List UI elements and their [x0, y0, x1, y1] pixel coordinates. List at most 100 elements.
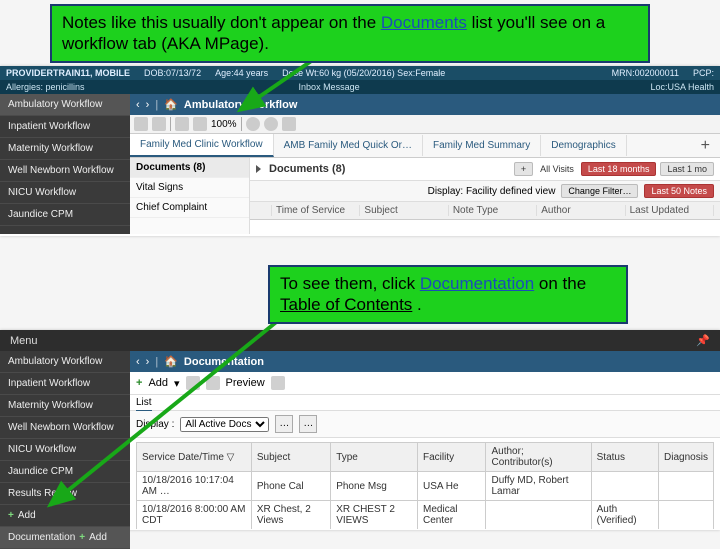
th-type[interactable]: Type: [331, 443, 418, 472]
screenshot-ambulatory-workflow: PROVIDERTRAIN11, MOBILE DOB:07/13/72 Age…: [0, 66, 720, 236]
documents-header: Documents (8) + All Visits Last 18 month…: [250, 158, 720, 181]
inbox-label: Inbox Message: [299, 82, 360, 92]
col-note-type[interactable]: Note Type: [449, 205, 537, 216]
documentation-table: Service Date/Time ▽ Subject Type Facilit…: [136, 442, 714, 529]
th-author[interactable]: Author; Contributor(s): [486, 443, 591, 472]
content-panel: ‹ › | 🏠 Ambulatory Workflow 100% Family …: [130, 94, 720, 234]
pin-icon[interactable]: 📌: [696, 334, 710, 347]
dropdown-icon[interactable]: ▾: [174, 377, 180, 390]
zoom-label: 100%: [211, 119, 237, 130]
home-icon[interactable]: 🏠: [164, 98, 178, 111]
th-subject[interactable]: Subject: [251, 443, 330, 472]
menu-bar: Menu 📌: [0, 330, 720, 351]
col-checkbox: [256, 205, 272, 216]
sidebar-item-inpatient[interactable]: Inpatient Workflow: [0, 116, 130, 138]
callout-top-link: Documents: [381, 13, 467, 32]
th-status[interactable]: Status: [591, 443, 658, 472]
toolbar-icon-3[interactable]: [175, 117, 189, 131]
toolbar-icon[interactable]: [186, 376, 200, 390]
filter-1m-button[interactable]: Last 1 mo: [660, 162, 714, 176]
col-author[interactable]: Author: [537, 205, 625, 216]
nav-back-icon[interactable]: ‹: [136, 99, 140, 111]
filter-18m-button[interactable]: Last 18 months: [581, 162, 657, 176]
toc-item-orders[interactable]: + Add: [0, 505, 130, 527]
documents-panel: Documents (8) Vital Signs Chief Complain…: [130, 158, 720, 234]
display-mode-label: Display: Facility defined view: [428, 186, 556, 197]
toc-item-nicu[interactable]: NICU Workflow: [0, 439, 130, 461]
th-diagnosis[interactable]: Diagnosis: [659, 443, 714, 472]
callout-mid-link: Documentation: [420, 274, 534, 293]
table-row[interactable]: 10/18/2016 10:17:04 AM … Phone Cal Phone…: [137, 472, 714, 501]
change-filter-button[interactable]: Change Filter…: [561, 184, 638, 198]
nav-fwd-icon[interactable]: ›: [146, 99, 150, 111]
sidebar-item-jaundice[interactable]: Jaundice CPM: [0, 204, 130, 226]
filter-btn-1[interactable]: …: [275, 415, 293, 433]
col-subject[interactable]: Subject: [360, 205, 448, 216]
callout-mid-text2: on the: [539, 274, 586, 293]
all-visits-label[interactable]: All Visits: [537, 164, 577, 174]
toolbar-icon[interactable]: [206, 376, 220, 390]
list-tab[interactable]: List: [130, 395, 720, 411]
plus-icon: +: [79, 532, 85, 543]
toc-item-maternity[interactable]: Maternity Workflow: [0, 395, 130, 417]
callout-mid-text3: .: [417, 295, 422, 314]
tab-amb-quick[interactable]: AMB Family Med Quick Or…: [274, 135, 423, 156]
col-updated[interactable]: Last Updated: [626, 205, 714, 216]
toc-chief-complaint[interactable]: Chief Complaint: [130, 198, 249, 218]
content-toolbar: 100%: [130, 115, 720, 134]
col-time[interactable]: Time of Service: [272, 205, 360, 216]
collapse-icon[interactable]: [256, 165, 261, 173]
screenshot-documentation: Menu 📌 Ambulatory Workflow Inpatient Wor…: [0, 330, 720, 530]
toolbar-icon-4[interactable]: [193, 117, 207, 131]
workflow-sidebar: Ambulatory Workflow Inpatient Workflow M…: [0, 94, 130, 234]
patient-mrn: MRN:002000011: [612, 68, 679, 78]
toolbar-dot-icon[interactable]: [246, 117, 260, 131]
toc-list: Documents (8) Vital Signs Chief Complain…: [130, 158, 250, 234]
doc-toolbar: + Add ▾ Preview: [130, 372, 720, 395]
toolbar-icon-1[interactable]: [134, 117, 148, 131]
nav-fwd-icon[interactable]: ›: [146, 356, 150, 368]
toc-sidebar: Ambulatory Workflow Inpatient Workflow M…: [0, 351, 130, 529]
add-button[interactable]: Add: [148, 377, 168, 389]
tab-family-med-clinic[interactable]: Family Med Clinic Workflow: [130, 134, 274, 157]
th-date[interactable]: Service Date/Time ▽: [137, 443, 252, 472]
plus-icon: +: [8, 510, 14, 521]
nav-back-icon[interactable]: ‹: [136, 356, 140, 368]
allergies-label: Allergies: penicillins: [6, 82, 85, 92]
toc-item-ambulatory[interactable]: Ambulatory Workflow: [0, 351, 130, 373]
th-facility[interactable]: Facility: [418, 443, 486, 472]
workflow-tabs: Family Med Clinic Workflow AMB Family Me…: [130, 134, 720, 158]
add-tab-button[interactable]: +: [691, 137, 720, 155]
toc-documents[interactable]: Documents (8): [130, 158, 249, 178]
toc-item-results[interactable]: Results Review: [0, 483, 130, 505]
last-50-button[interactable]: Last 50 Notes: [644, 184, 714, 198]
toolbar-dot-icon2[interactable]: [264, 117, 278, 131]
sidebar-item-maternity[interactable]: Maternity Workflow: [0, 138, 130, 160]
plus-icon: +: [136, 377, 142, 389]
filter-btn-2[interactable]: …: [299, 415, 317, 433]
sidebar-item-ambulatory[interactable]: Ambulatory Workflow: [0, 94, 130, 116]
preview-button[interactable]: Preview: [226, 377, 265, 389]
callout-top-text1: Notes like this usually don't appear on …: [62, 13, 381, 32]
sidebar-item-well-newborn[interactable]: Well Newborn Workflow: [0, 160, 130, 182]
toc-vital-signs[interactable]: Vital Signs: [130, 178, 249, 198]
tab-family-med-summary[interactable]: Family Med Summary: [423, 135, 541, 156]
location-label: Loc:USA Health: [650, 82, 714, 92]
toc-item-jaundice[interactable]: Jaundice CPM: [0, 461, 130, 483]
toc-item-inpatient[interactable]: Inpatient Workflow: [0, 373, 130, 395]
menu-label[interactable]: Menu: [10, 335, 38, 347]
toolbar-icon-2[interactable]: [152, 117, 166, 131]
add-doc-button[interactable]: +: [514, 162, 533, 176]
toc-item-well-newborn[interactable]: Well Newborn Workflow: [0, 417, 130, 439]
toolbar-icon-5[interactable]: [282, 117, 296, 131]
patient-info-bar2: Allergies: penicillins Inbox Message Loc…: [0, 80, 720, 94]
table-header-row: Service Date/Time ▽ Subject Type Facilit…: [137, 443, 714, 472]
tab-demographics[interactable]: Demographics: [541, 135, 626, 156]
table-row[interactable]: 10/18/2016 8:00:00 AM CDT XR Chest, 2 Vi…: [137, 501, 714, 530]
home-icon[interactable]: 🏠: [164, 355, 178, 368]
display-select[interactable]: All Active Docs: [180, 417, 269, 432]
tag-icon[interactable]: [271, 376, 285, 390]
toc-item-documentation[interactable]: Documentation + Add: [0, 527, 130, 549]
patient-name: PROVIDERTRAIN11, MOBILE: [6, 68, 130, 78]
sidebar-item-nicu[interactable]: NICU Workflow: [0, 182, 130, 204]
